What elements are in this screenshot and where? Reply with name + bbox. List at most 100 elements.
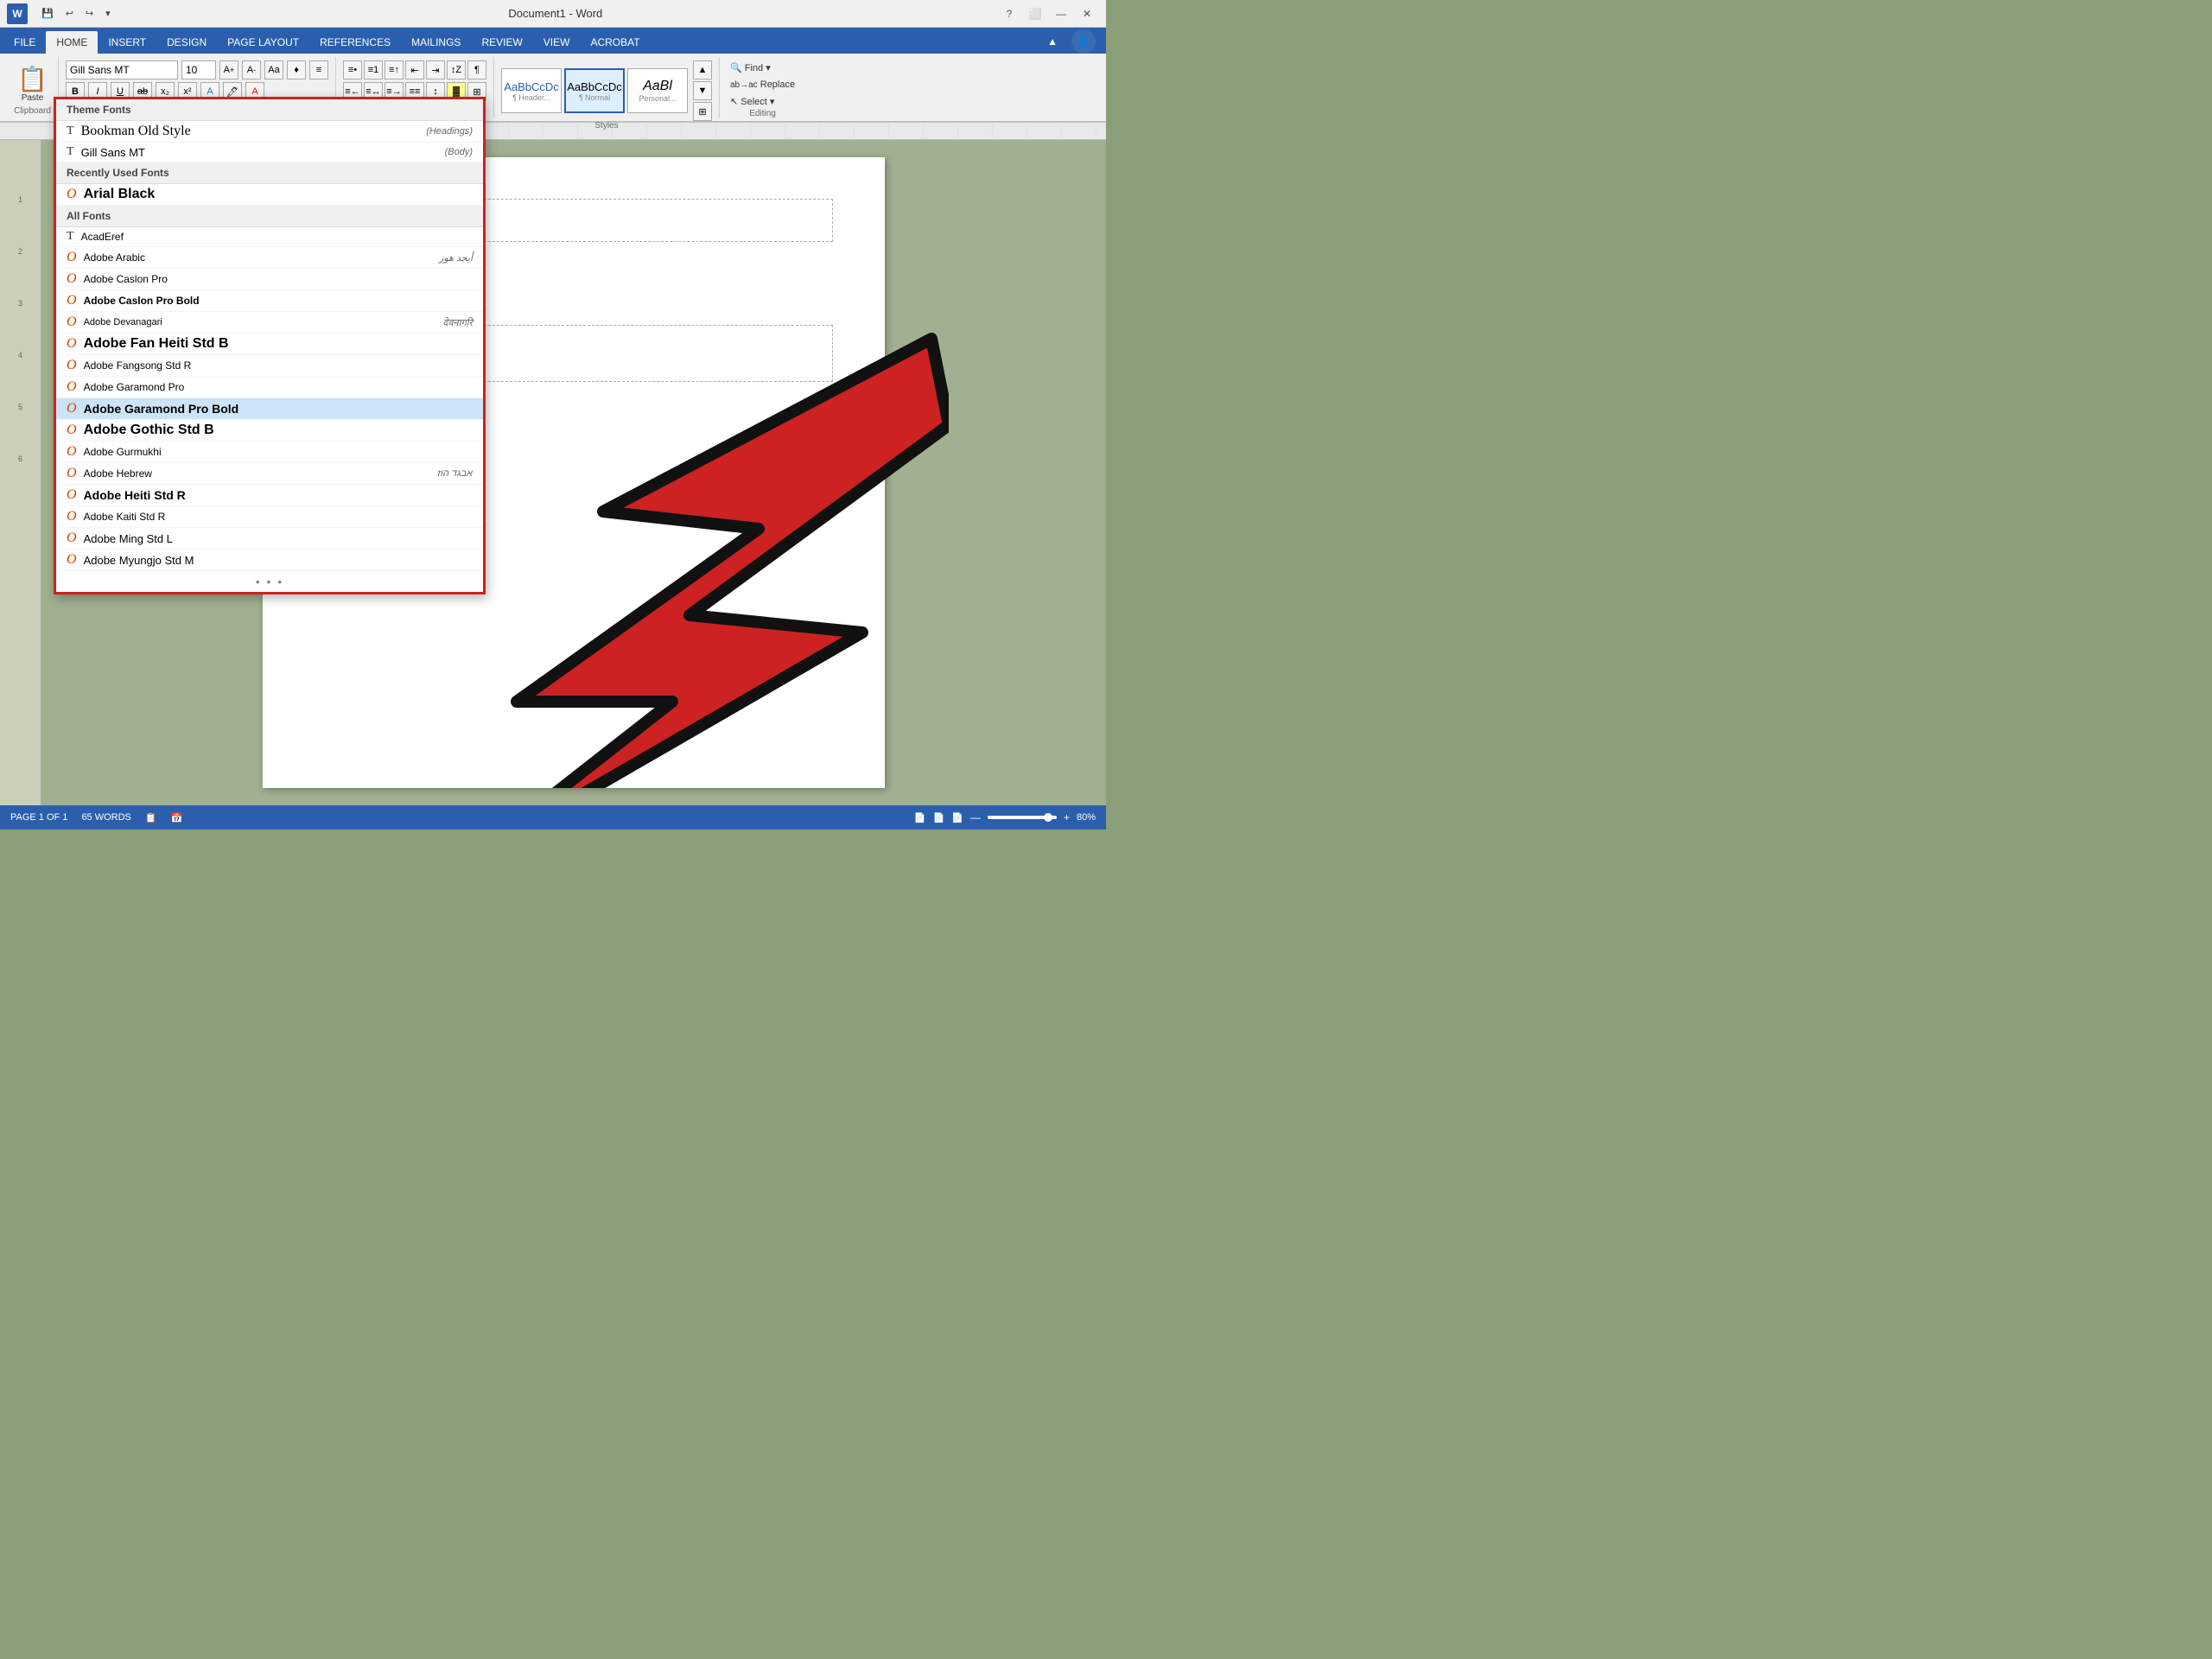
zoom-level: 80% xyxy=(1077,812,1096,823)
close-btn[interactable]: ✕ xyxy=(1075,4,1099,23)
styles-up-btn[interactable]: ▲ xyxy=(693,60,712,79)
decrease-indent-btn[interactable]: ⇤ xyxy=(405,60,424,79)
font-item-caslon[interactable]: O Adobe Caslon Pro xyxy=(56,269,483,290)
window-controls: ? ⬜ — ✕ xyxy=(997,4,1099,23)
font-name-input[interactable] xyxy=(66,60,178,79)
save-quick-btn[interactable]: 💾 xyxy=(38,6,57,21)
more-quick-btn[interactable]: ▾ xyxy=(102,6,114,21)
font-item-gurmukhi[interactable]: O Adobe Gurmukhi xyxy=(56,442,483,463)
font-item-arial-black[interactable]: O Arial Black xyxy=(56,184,483,206)
tab-references[interactable]: REFERENCES xyxy=(309,31,401,54)
bullet-list-btn[interactable]: ≡ xyxy=(309,60,328,79)
gar-name: Adobe Garamond Pro xyxy=(84,381,185,393)
bullets-btn[interactable]: ≡• xyxy=(343,60,362,79)
macro-icon[interactable]: 📅 xyxy=(171,812,183,823)
restore-btn[interactable]: ⬜ xyxy=(1023,4,1047,23)
font-item-heiti[interactable]: O Adobe Heiti Std R xyxy=(56,485,483,506)
clipboard-content: 📋 Paste xyxy=(12,57,54,106)
font-item-caslon-bold-left: O Adobe Caslon Pro Bold xyxy=(67,293,200,308)
font-item-caslon-bold[interactable]: O Adobe Caslon Pro Bold xyxy=(56,290,483,312)
font-item-gothic-left: O Adobe Gothic Std B xyxy=(67,423,214,438)
select-btn[interactable]: ↖ Select ▾ xyxy=(727,94,778,109)
font-item-garamond[interactable]: O Adobe Garamond Pro xyxy=(56,377,483,398)
paste-button[interactable]: 📋 Paste xyxy=(12,61,54,106)
title-bar-left: W 💾 ↩ ↪ ▾ xyxy=(7,3,114,24)
fonts-scroll-area[interactable]: T AcadEref O Adobe Arabic أيجد هوز O Ado… xyxy=(56,227,483,571)
tab-file[interactable]: FILE xyxy=(3,31,46,54)
tab-collapse[interactable]: ▲ xyxy=(1037,30,1068,53)
ribbon-tabs: FILE HOME INSERT DESIGN PAGE LAYOUT REFE… xyxy=(0,28,1106,54)
font-item-ming[interactable]: O Adobe Ming Std L xyxy=(56,528,483,550)
font-item-kaiti[interactable]: O Adobe Kaiti Std R xyxy=(56,506,483,528)
help-btn[interactable]: ? xyxy=(997,4,1021,23)
document-view-3[interactable]: 📄 xyxy=(951,812,963,823)
font-item-gillsans[interactable]: T Gill Sans MT (Body) xyxy=(56,143,483,162)
numbering-btn[interactable]: ≡1 xyxy=(364,60,383,79)
font-dropdown-inner: Theme Fonts T Bookman Old Style (Heading… xyxy=(56,99,483,592)
font-item-myung-left: O Adobe Myungjo Std M xyxy=(67,552,194,568)
increase-indent-btn[interactable]: ⇥ xyxy=(426,60,445,79)
tab-insert[interactable]: INSERT xyxy=(98,31,156,54)
myung-o-icon: O xyxy=(67,552,77,568)
document-view-2[interactable]: 📄 xyxy=(933,812,945,823)
font-size-input[interactable] xyxy=(181,60,216,79)
font-shrink-btn[interactable]: A- xyxy=(242,60,261,79)
style-aabbccdc-1[interactable]: AaBbCcDc ¶ Header... xyxy=(501,68,562,113)
undo-btn[interactable]: ↩ xyxy=(62,6,77,21)
gurm-o-icon: O xyxy=(67,444,77,460)
tab-view[interactable]: VIEW xyxy=(533,31,581,54)
tab-design[interactable]: DESIGN xyxy=(156,31,217,54)
find-btn[interactable]: 🔍 Find ▾ xyxy=(727,60,774,75)
styles-down-btn[interactable]: ▼ xyxy=(693,81,712,100)
tab-pagelayout[interactable]: PAGE LAYOUT xyxy=(217,31,309,54)
document-view-1[interactable]: 📄 xyxy=(914,812,926,823)
redo-btn[interactable]: ↪ xyxy=(82,6,97,21)
fan-o-icon: O xyxy=(67,336,77,352)
tab-mailings[interactable]: MAILINGS xyxy=(401,31,471,54)
acaderef-t-icon: T xyxy=(67,230,74,244)
styles-content: AaBbCcDc ¶ Header... AaBbCcDc ¶ Normal A… xyxy=(501,57,712,121)
font-item-gillsans-left: T Gill Sans MT xyxy=(67,145,145,159)
font-item-myungjo[interactable]: O Adobe Myungjo Std M xyxy=(56,550,483,571)
font-item-fangsong[interactable]: O Adobe Fangsong Std R xyxy=(56,355,483,377)
tab-acrobat[interactable]: ACROBAT xyxy=(580,31,650,54)
tab-review[interactable]: REVIEW xyxy=(471,31,532,54)
arabic-o-icon: O xyxy=(67,250,77,265)
gillsans-tag: (Body) xyxy=(445,147,473,157)
font-item-garbold-left: O Adobe Garamond Pro Bold xyxy=(67,401,238,416)
font-item-bookman[interactable]: T Bookman Old Style (Headings) xyxy=(56,121,483,143)
clear-format-btn[interactable]: ♦ xyxy=(287,60,306,79)
styles-scroll: ▲ ▼ ⊞ xyxy=(693,60,712,121)
styles-more-btn[interactable]: ⊞ xyxy=(693,102,712,121)
proofing-icon[interactable]: 📋 xyxy=(145,812,157,823)
show-marks-btn[interactable]: ¶ xyxy=(467,60,486,79)
replace-btn[interactable]: ab→ac Replace xyxy=(727,78,798,92)
font-item-deva-left: O Adobe Devanagari xyxy=(67,315,162,330)
style-aabbccdc-2[interactable]: AaBbCcDc ¶ Normal xyxy=(564,68,625,113)
sort-btn[interactable]: ↕Z xyxy=(447,60,466,79)
gothic-name: Adobe Gothic Std B xyxy=(84,423,214,438)
style-aabl[interactable]: AaBl Personal... xyxy=(627,68,688,113)
zoom-out-btn[interactable]: — xyxy=(970,811,981,823)
zoom-slider[interactable] xyxy=(988,816,1057,819)
font-item-acaderef[interactable]: T AcadEref xyxy=(56,227,483,247)
font-item-hebrew[interactable]: O Adobe Hebrew אבגד הוז xyxy=(56,463,483,485)
font-item-arial-black-left: O Arial Black xyxy=(67,187,155,202)
font-grow-btn[interactable]: A+ xyxy=(219,60,238,79)
font-item-fan-heiti[interactable]: O Adobe Fan Heiti Std B xyxy=(56,334,483,355)
tab-home[interactable]: HOME xyxy=(46,31,98,54)
status-bar: PAGE 1 OF 1 65 WORDS 📋 📅 📄 📄 📄 — + 80% xyxy=(0,805,1106,830)
caslon-bold-name: Adobe Caslon Pro Bold xyxy=(84,295,200,307)
font-item-gothic[interactable]: O Adobe Gothic Std B xyxy=(56,420,483,442)
font-item-devanagari[interactable]: O Adobe Devanagari देवनागरि xyxy=(56,312,483,334)
gillsans-name: Gill Sans MT xyxy=(81,146,145,159)
caslon-bold-o-icon: O xyxy=(67,293,77,308)
word-count: 65 WORDS xyxy=(81,812,130,823)
change-case-btn[interactable]: Aa xyxy=(264,60,283,79)
fan-name: Adobe Fan Heiti Std B xyxy=(84,336,229,352)
font-item-adobe-arabic[interactable]: O Adobe Arabic أيجد هوز xyxy=(56,247,483,269)
font-item-garamond-bold[interactable]: O Adobe Garamond Pro Bold xyxy=(56,398,483,420)
multilevel-btn[interactable]: ≡↑ xyxy=(385,60,404,79)
minimize-btn[interactable]: — xyxy=(1049,4,1073,23)
zoom-in-btn[interactable]: + xyxy=(1064,811,1070,823)
